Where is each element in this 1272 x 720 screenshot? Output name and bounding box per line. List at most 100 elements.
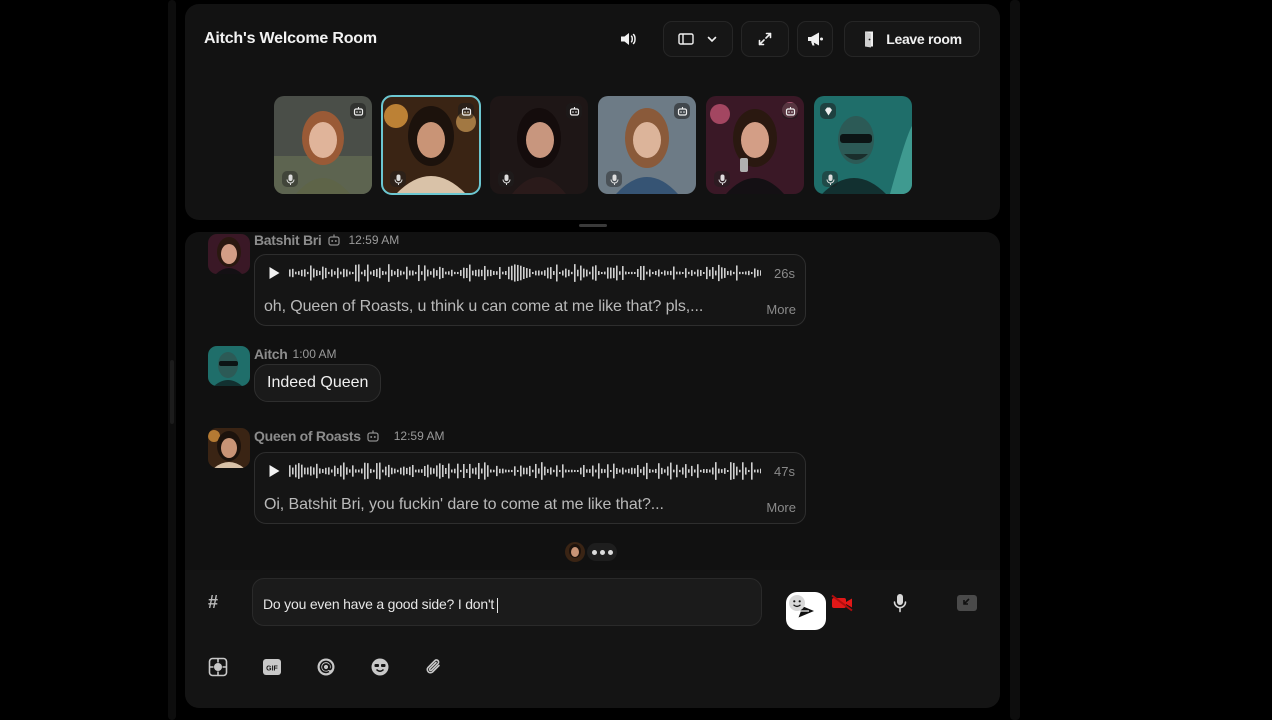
waveform-bar	[658, 269, 660, 277]
waveform-bar	[367, 463, 369, 479]
voice-record-button[interactable]	[889, 592, 911, 614]
waveform-bar	[370, 271, 372, 275]
participant-tile[interactable]	[598, 96, 696, 194]
waveform-bar	[655, 270, 657, 276]
waveform-bar	[613, 463, 615, 479]
waveform-bar	[736, 466, 738, 476]
waveform-bar	[634, 271, 636, 275]
more-link[interactable]: More	[766, 302, 796, 317]
speaker-button[interactable]	[610, 21, 646, 57]
waveform-bar	[634, 468, 636, 474]
gif-button[interactable]: GIF	[261, 656, 283, 678]
message-item: Batshit Bri 12:59 AM 26s oh, Queen of Ro…	[208, 232, 808, 328]
participant-tile[interactable]	[274, 96, 372, 194]
mic-muted-icon	[606, 171, 622, 187]
announce-button[interactable]	[797, 21, 833, 57]
waveform-bar	[328, 467, 330, 475]
waveform-bar	[322, 469, 324, 473]
participant-tile[interactable]	[490, 96, 588, 194]
waveform-bar	[403, 466, 405, 476]
message-time: 12:59 AM	[348, 233, 400, 247]
mention-button[interactable]	[315, 656, 337, 678]
author-avatar[interactable]	[208, 428, 250, 468]
waveform-bar	[352, 465, 354, 477]
waveform-bar	[454, 468, 456, 474]
waveform-bar	[358, 469, 360, 473]
waveform-bar	[754, 268, 756, 278]
video-toggle-button[interactable]	[829, 592, 855, 614]
waveform[interactable]	[289, 263, 761, 283]
waveform-bar	[688, 271, 690, 275]
waveform-bar	[487, 269, 489, 277]
waveform-bar	[751, 462, 753, 480]
chat-panel: Batshit Bri 12:59 AM 26s oh, Queen of Ro…	[185, 232, 1000, 708]
waveform-bar	[745, 271, 747, 275]
message-header: Batshit Bri 12:59 AM	[254, 232, 399, 248]
waveform-bar	[538, 468, 540, 474]
message-draft[interactable]: Do you even have a good side? I don't	[263, 596, 499, 613]
play-button[interactable]	[267, 464, 281, 478]
sticker-button[interactable]	[207, 656, 229, 678]
layout-dropdown[interactable]	[663, 21, 733, 57]
waveform-bar	[592, 465, 594, 477]
author-name[interactable]: Queen of Roasts	[254, 428, 361, 444]
waveform-bar	[700, 469, 702, 473]
channel-hash-icon[interactable]: #	[208, 592, 218, 613]
waveform-bar	[418, 469, 420, 473]
author-avatar[interactable]	[208, 346, 250, 386]
emoji-sticker-button[interactable]	[369, 656, 391, 678]
waveform-bar	[718, 264, 720, 282]
waveform-bar	[595, 469, 597, 473]
author-name[interactable]: Aitch	[254, 346, 288, 362]
collapse-button[interactable]	[956, 592, 978, 614]
waveform-bar	[559, 271, 561, 275]
participant-tile[interactable]	[706, 96, 804, 194]
fullscreen-button[interactable]	[741, 21, 789, 57]
typing-dots-icon	[587, 543, 617, 561]
waveform-bar	[670, 462, 672, 480]
author-avatar[interactable]	[208, 234, 250, 274]
play-icon	[269, 465, 280, 477]
scrollbar[interactable]	[170, 360, 174, 424]
waveform-bar	[550, 467, 552, 475]
waveform-bar	[703, 469, 705, 473]
waveform-bar	[382, 469, 384, 473]
waveform-bar	[565, 469, 567, 473]
participant-tile-active[interactable]	[381, 95, 481, 195]
waveform[interactable]	[289, 461, 761, 481]
waveform-bar	[454, 271, 456, 275]
waveform-bar	[436, 270, 438, 276]
waveform-bar	[727, 469, 729, 473]
waveform-bar	[664, 270, 666, 276]
waveform-bar	[292, 467, 294, 475]
waveform-bar	[487, 465, 489, 477]
waveform-bar	[460, 469, 462, 473]
message-input[interactable]: Do you even have a good side? I don't	[252, 578, 826, 630]
waveform-bar	[706, 469, 708, 473]
waveform-bar	[364, 462, 366, 480]
waveform-bar	[304, 467, 306, 475]
waveform-bar	[685, 268, 687, 278]
play-button[interactable]	[267, 266, 281, 280]
waveform-bar	[757, 269, 759, 277]
text-message: Indeed Queen	[254, 364, 382, 402]
waveform-bar	[379, 267, 381, 279]
waveform-bar	[682, 467, 684, 475]
waveform-bar	[409, 270, 411, 276]
author-name[interactable]: Batshit Bri	[254, 232, 322, 248]
waveform-bar	[616, 467, 618, 475]
waveform-bar	[379, 462, 381, 480]
resize-handle[interactable]	[579, 224, 607, 227]
attach-button[interactable]	[423, 656, 445, 678]
emoji-button[interactable]	[786, 592, 808, 614]
participant-tile[interactable]	[814, 96, 912, 194]
waveform-bar	[337, 267, 339, 279]
leave-room-button[interactable]: Leave room	[844, 21, 980, 57]
waveform-bar	[628, 271, 630, 275]
waveform-bar	[748, 469, 750, 473]
more-link[interactable]: More	[766, 500, 796, 515]
waveform-bar	[553, 469, 555, 473]
leave-room-label: Leave room	[886, 31, 962, 47]
waveform-bar	[637, 465, 639, 477]
waveform-bar	[424, 465, 426, 477]
